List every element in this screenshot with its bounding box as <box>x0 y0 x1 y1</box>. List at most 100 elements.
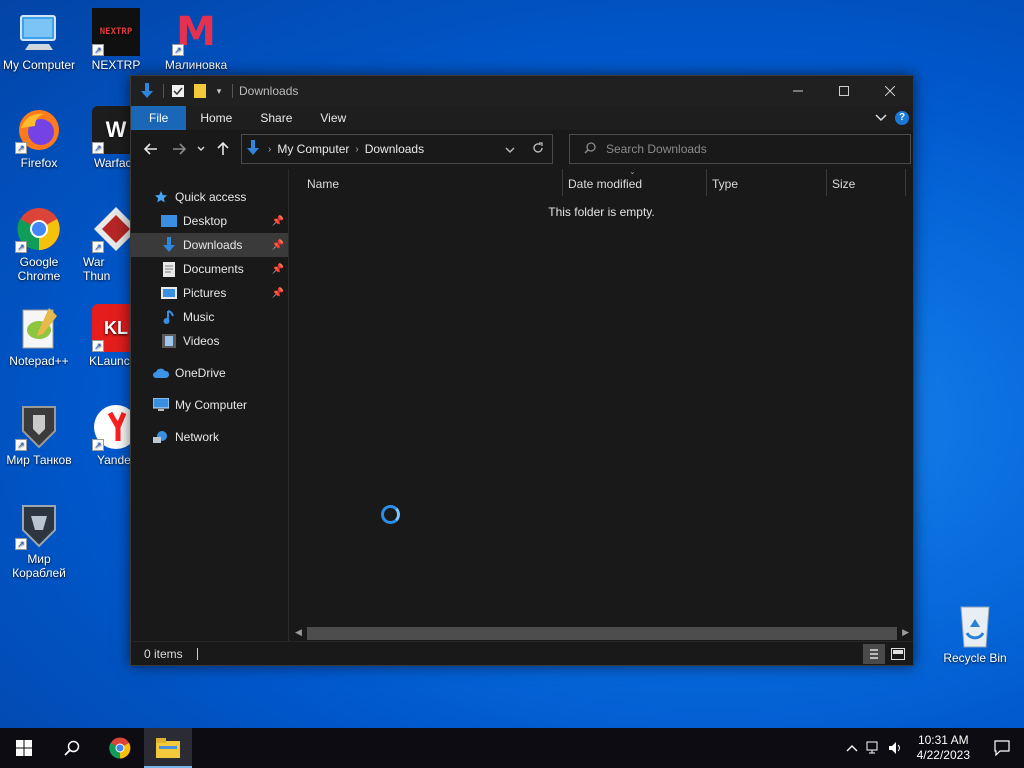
search-button[interactable] <box>48 728 96 768</box>
scroll-left-icon[interactable]: ◀ <box>295 627 302 638</box>
nav-item-my-computer[interactable]: My Computer <box>131 393 288 417</box>
breadcrumb-downloads[interactable]: Downloads <box>365 142 424 156</box>
title-bar[interactable]: ▾ Downloads <box>131 76 913 106</box>
scroll-right-icon[interactable]: ▶ <box>902 627 909 638</box>
new-folder-icon[interactable] <box>192 83 208 99</box>
nav-item-music[interactable]: Music <box>131 305 288 329</box>
show-hidden-icons-button[interactable] <box>841 728 863 768</box>
music-icon <box>161 309 177 325</box>
column-header-row: Name Date modified Type Size ⌄ <box>289 167 913 196</box>
tab-home[interactable]: Home <box>186 106 246 130</box>
taskbar-file-explorer-button[interactable] <box>144 728 192 768</box>
desktop-icon-war-thunder[interactable]: ↗ War Thun <box>78 205 130 283</box>
nav-item-quick-access[interactable]: Quick access <box>131 185 288 209</box>
network-status-icon[interactable] <box>863 728 885 768</box>
taskbar: 10:31 AM 4/22/2023 <box>0 728 1024 768</box>
chevron-right-icon: › <box>268 143 272 155</box>
horizontal-scrollbar[interactable]: ◀ ▶ <box>291 626 913 641</box>
scrollbar-thumb[interactable] <box>307 627 897 640</box>
shortcut-arrow-icon: ↗ <box>92 142 104 154</box>
properties-icon[interactable] <box>170 83 186 99</box>
pin-icon[interactable]: 📌 <box>272 288 284 299</box>
tab-share[interactable]: Share <box>246 106 306 130</box>
search-box[interactable] <box>569 134 911 164</box>
large-icons-view-button[interactable] <box>887 644 909 664</box>
address-bar[interactable]: › My Computer › Downloads <box>241 134 553 164</box>
pin-icon[interactable]: 📌 <box>272 216 284 227</box>
taskbar-chrome-button[interactable] <box>96 728 144 768</box>
column-size[interactable]: Size <box>826 169 906 196</box>
desktop-icon-firefox[interactable]: ↗ Firefox <box>1 106 77 170</box>
desktop-icon-recycle-bin[interactable]: Recycle Bin <box>937 601 1013 665</box>
divider <box>163 84 164 98</box>
breadcrumb-my-computer[interactable]: My Computer <box>277 142 349 156</box>
recent-locations-button[interactable] <box>195 137 207 161</box>
column-type[interactable]: Type <box>706 169 827 196</box>
nav-item-desktop[interactable]: Desktop 📌 <box>131 209 288 233</box>
file-explorer-window: ▾ Downloads File Home Share View ? › My … <box>130 75 914 666</box>
forward-button[interactable] <box>167 137 191 161</box>
tab-view[interactable]: View <box>306 106 360 130</box>
desktop-icon-mir-korabley[interactable]: ↗ Мир Кораблей <box>1 502 77 580</box>
desktop-icon-yandex[interactable]: ↗ Yande <box>78 403 130 467</box>
sort-chevron-icon: ⌄ <box>629 167 636 176</box>
back-button[interactable] <box>139 137 163 161</box>
chevron-right-icon: › <box>355 143 359 155</box>
minimize-button[interactable] <box>775 76 821 106</box>
start-button[interactable] <box>0 728 48 768</box>
desktop-icon-malinovka[interactable]: M ↗ Малиновка <box>158 8 234 72</box>
help-icon[interactable]: ? <box>895 111 909 125</box>
nav-item-videos[interactable]: Videos <box>131 329 288 353</box>
firefox-icon: ↗ <box>15 106 63 154</box>
desktop-icon-google-chrome[interactable]: ↗ Google Chrome <box>1 205 77 283</box>
up-button[interactable] <box>211 137 235 161</box>
empty-folder-message: This folder is empty. <box>548 205 655 219</box>
pin-icon[interactable]: 📌 <box>272 264 284 275</box>
pictures-icon <box>161 285 177 301</box>
volume-icon[interactable] <box>885 728 907 768</box>
desktop-icon-notepad-plus-plus[interactable]: Notepad++ <box>1 304 77 368</box>
refresh-button[interactable] <box>524 141 552 157</box>
clock-time: 10:31 AM <box>917 733 969 747</box>
system-tray: 10:31 AM 4/22/2023 <box>841 728 1024 768</box>
clock-date: 4/22/2023 <box>916 748 970 762</box>
customize-toolbar-icon[interactable]: ▾ <box>214 83 224 99</box>
tab-file[interactable]: File <box>131 106 187 130</box>
nav-item-onedrive[interactable]: OneDrive <box>131 361 288 385</box>
clock[interactable]: 10:31 AM 4/22/2023 <box>907 733 980 763</box>
shortcut-arrow-icon: ↗ <box>92 340 104 352</box>
nav-item-network[interactable]: Network <box>131 425 288 449</box>
desktop-icon-warface[interactable]: W ↗ Warfac <box>78 106 130 170</box>
action-center-button[interactable] <box>980 728 1024 768</box>
navigation-bar: › My Computer › Downloads <box>131 130 913 168</box>
search-input[interactable] <box>606 142 886 156</box>
shortcut-arrow-icon: ↗ <box>15 142 27 154</box>
chrome-icon <box>109 737 131 759</box>
desktop-icon-mir-tankov[interactable]: ↗ Мир Танков <box>1 403 77 467</box>
desktop-icon-nextrp[interactable]: NEXTRP ↗ NEXTRP <box>78 8 154 72</box>
file-list-pane[interactable]: Name Date modified Type Size ⌄ This fold… <box>288 167 913 641</box>
shortcut-arrow-icon: ↗ <box>92 44 104 56</box>
maximize-button[interactable] <box>821 76 867 106</box>
desktop-icon-klauncher[interactable]: KL ↗ KLaunc <box>78 304 130 368</box>
mir-tankov-icon: ↗ <box>15 403 63 451</box>
nav-item-downloads[interactable]: Downloads 📌 <box>131 233 288 257</box>
nav-item-pictures[interactable]: Pictures 📌 <box>131 281 288 305</box>
malinovka-icon: M ↗ <box>172 8 220 56</box>
desktop-folder-icon <box>161 213 177 229</box>
column-name[interactable]: Name <box>301 169 563 196</box>
address-history-button[interactable] <box>496 142 524 157</box>
desktop-icon-my-computer[interactable]: My Computer <box>1 8 77 72</box>
details-view-button[interactable] <box>863 644 885 664</box>
nav-item-documents[interactable]: Documents 📌 <box>131 257 288 281</box>
cloud-icon <box>153 365 169 381</box>
loading-spinner-icon <box>381 505 400 524</box>
shortcut-arrow-icon: ↗ <box>15 538 27 550</box>
computer-icon <box>153 397 169 413</box>
expand-ribbon-icon[interactable] <box>875 111 887 125</box>
mir-korabley-icon: ↗ <box>15 502 63 550</box>
close-button[interactable] <box>867 76 913 106</box>
folder-icon <box>156 738 180 758</box>
pin-icon[interactable]: 📌 <box>272 240 284 251</box>
klauncher-icon: KL ↗ <box>92 304 130 352</box>
